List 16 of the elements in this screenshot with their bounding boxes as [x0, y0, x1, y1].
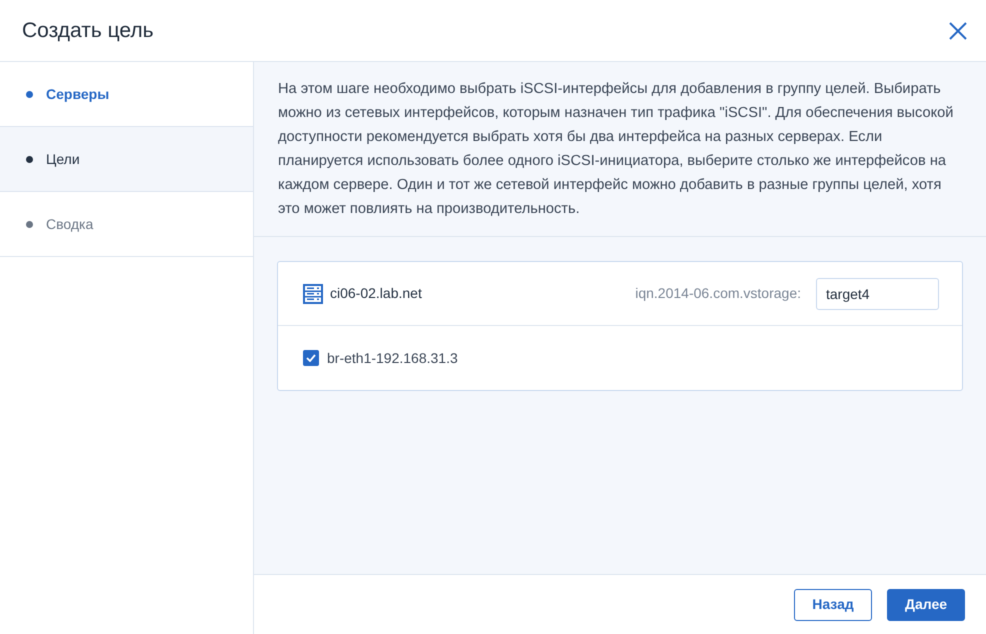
- step-item[interactable]: Цели: [0, 127, 253, 192]
- interface-name: br-eth1-192.168.31.3: [327, 348, 458, 368]
- target-name-field[interactable]: target4: [816, 278, 939, 310]
- footer-button[interactable]: Далее: [887, 588, 965, 620]
- close-icon: [949, 22, 967, 40]
- iqn-prefix-label: iqn.2014-06.com.vstorage:: [635, 284, 801, 303]
- server-icon: [303, 284, 323, 304]
- checkmark-icon: [306, 354, 316, 362]
- footer-button[interactable]: Назад: [794, 588, 872, 620]
- description-text: На этом шаге необходимо выбрать iSCSI-интерфейсы для добавления в группу целей. Выбирать можно из сетевых интерфейсов, которым назначен тип трафика "iSCSI". Для обеспечения высокой доступности рекомендуется выбрать хотя бы два интерфейса на разных серверах. Если планируется использовать более одного iSCSI-инициатора, выберите столько же интерфейсов на каждом сервере. Один и тот же сетевой интерфейс можно добавить в разные группы целей, хотя это может повлиять на производительность.: [278, 80, 954, 219]
- step-label: Сводка: [46, 214, 94, 234]
- server-hostname: ci06-02.lab.net: [330, 284, 422, 303]
- step-label: Цели: [46, 150, 80, 169]
- dialog-title: Создать цель: [22, 18, 154, 44]
- interface-checkbox[interactable]: [303, 350, 319, 366]
- step-label: Серверы: [46, 84, 110, 104]
